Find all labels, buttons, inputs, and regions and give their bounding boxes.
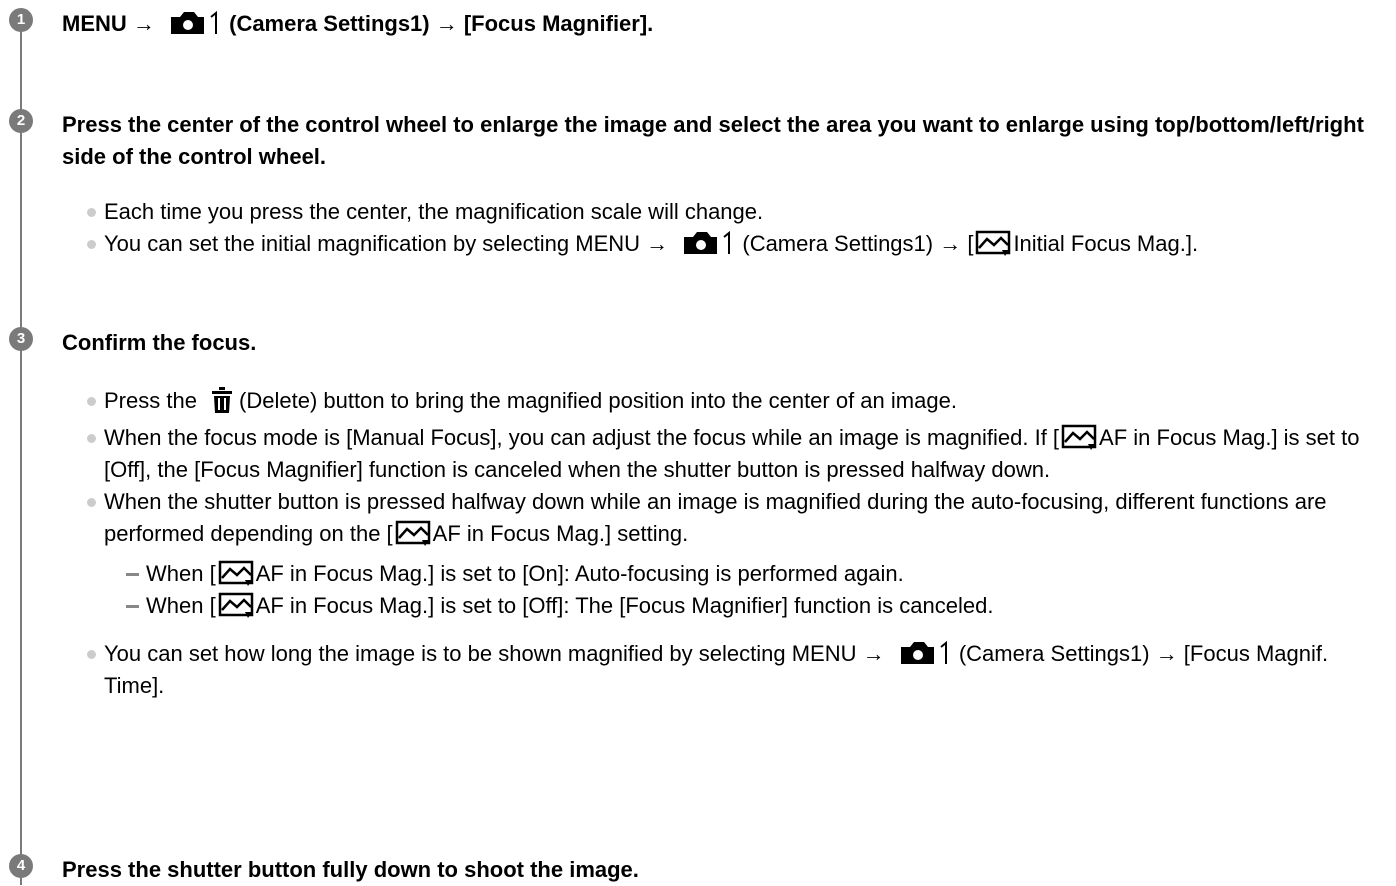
step-3-heading: Confirm the focus. xyxy=(62,330,257,355)
list-item-text: Initial Focus Mag.]. xyxy=(1013,231,1199,256)
step-number-3: 3 xyxy=(9,327,33,351)
list-item: Each time you press the center, the magn… xyxy=(84,196,1384,228)
step-number-1: 1 xyxy=(9,8,33,32)
list-item-text: Each time you press the center, the magn… xyxy=(104,199,764,224)
step-number-4: 4 xyxy=(9,854,33,878)
focus-magnifier-icon xyxy=(975,229,1011,257)
sub-list-item: When [ AF in Focus Mag.] is set to [On]: … xyxy=(126,558,1384,590)
list-item-text: (Camera Settings1) → [ xyxy=(736,231,974,256)
step-2-bullets: Each time you press the center, the magn… xyxy=(84,196,1384,260)
step-number-2: 2 xyxy=(9,109,33,133)
focus-magnifier-icon xyxy=(1061,423,1097,451)
steps-connector-line xyxy=(20,24,22,885)
list-item-text: When the focus mode is [Manual Focus], y… xyxy=(104,425,1060,450)
camera-settings1-icon xyxy=(899,639,951,665)
list-item: Press the (Delete) button to bring the m… xyxy=(84,385,1384,422)
list-item-text: AF in Focus Mag.] setting. xyxy=(432,521,689,546)
sub-list-item: When [ AF in Focus Mag.] is set to [Off]:… xyxy=(126,590,1384,622)
sub-list-item-text: When [ xyxy=(146,561,216,586)
list-item-text: (Delete) button to bring the magnified p… xyxy=(239,388,957,413)
step-1-heading: MENU → (Camera Settings1) → [Focus Magni… xyxy=(62,8,653,40)
step-4-heading: Press the shutter button fully down to s… xyxy=(62,857,639,882)
trash-icon xyxy=(211,387,233,422)
list-item: When the shutter button is pressed halfw… xyxy=(84,486,1384,622)
sub-list-item-text: When [ xyxy=(146,593,216,618)
camera-settings1-icon xyxy=(682,229,734,255)
list-item-text: When the shutter button is pressed halfw… xyxy=(104,489,1327,546)
step-3-bullets: Press the (Delete) button to bring the m… xyxy=(84,385,1384,702)
step-2-heading: Press the center of the control wheel to… xyxy=(62,112,1364,169)
sub-list-item-text: AF in Focus Mag.] is set to [Off]: The [… xyxy=(255,593,994,618)
list-item: You can set the initial magnification by… xyxy=(84,228,1384,260)
list-item-text: You can set how long the image is to be … xyxy=(104,641,891,666)
list-item: You can set how long the image is to be … xyxy=(84,638,1384,702)
step-1-heading-text: MENU → xyxy=(62,11,161,36)
camera-settings1-icon xyxy=(169,9,221,35)
sub-list-item-text: AF in Focus Mag.] is set to [On]: Auto-f… xyxy=(255,561,904,586)
focus-magnifier-icon xyxy=(395,519,431,547)
step-1-heading-text-end: (Camera Settings1) → [Focus Magnifier]. xyxy=(223,11,654,36)
sub-list: When [ AF in Focus Mag.] is set to [On]: … xyxy=(126,558,1384,622)
focus-magnifier-icon xyxy=(218,559,254,587)
list-item-text: Press the xyxy=(104,388,204,413)
focus-magnifier-icon xyxy=(218,591,254,619)
list-item-text: You can set the initial magnification by… xyxy=(104,231,675,256)
list-item: When the focus mode is [Manual Focus], y… xyxy=(84,422,1384,486)
